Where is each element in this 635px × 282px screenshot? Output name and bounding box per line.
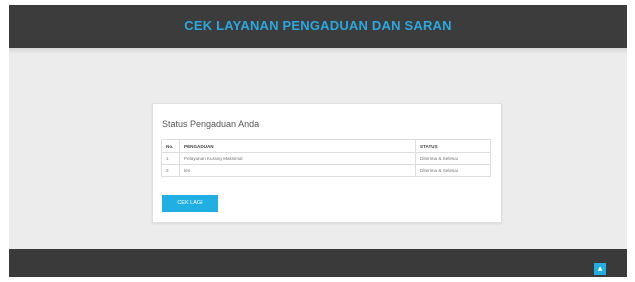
page-frame: CEK LAYANAN PENGADUAN DAN SARAN Status P…: [9, 5, 627, 277]
header-bar: CEK LAYANAN PENGADUAN DAN SARAN: [9, 5, 627, 48]
status-table: No. PENGADUAN STATUS 1 Pelayanan Kurang …: [161, 139, 491, 177]
column-header-pengaduan: PENGADUAN: [179, 139, 416, 153]
column-header-no: No.: [161, 139, 180, 153]
table-header-row: No. PENGADUAN STATUS: [161, 139, 491, 153]
chevron-up-icon: ▲: [597, 265, 603, 272]
cek-lagi-button[interactable]: CEK LAGI: [162, 195, 218, 212]
column-header-status: STATUS: [415, 139, 491, 153]
footer-bar: [9, 249, 627, 277]
cell-no: 2: [161, 164, 180, 177]
scroll-to-top-button[interactable]: ▲: [594, 263, 606, 275]
header-shadow: [9, 48, 627, 54]
cell-no: 1: [161, 152, 180, 165]
cell-status: Diterima & Selesai: [415, 152, 491, 165]
table-row: 1 Pelayanan Kurang Maksimal Diterima & S…: [161, 152, 491, 165]
cell-pengaduan: tes: [179, 164, 416, 177]
table-row: 2 tes Diterima & Selesai: [161, 164, 491, 177]
status-card: Status Pengaduan Anda No. PENGADUAN STAT…: [152, 103, 502, 223]
page-title: CEK LAYANAN PENGADUAN DAN SARAN: [184, 18, 452, 33]
cell-pengaduan: Pelayanan Kurang Maksimal: [179, 152, 416, 165]
cell-status: Diterima & Selesai: [415, 164, 491, 177]
card-title: Status Pengaduan Anda: [162, 119, 260, 129]
